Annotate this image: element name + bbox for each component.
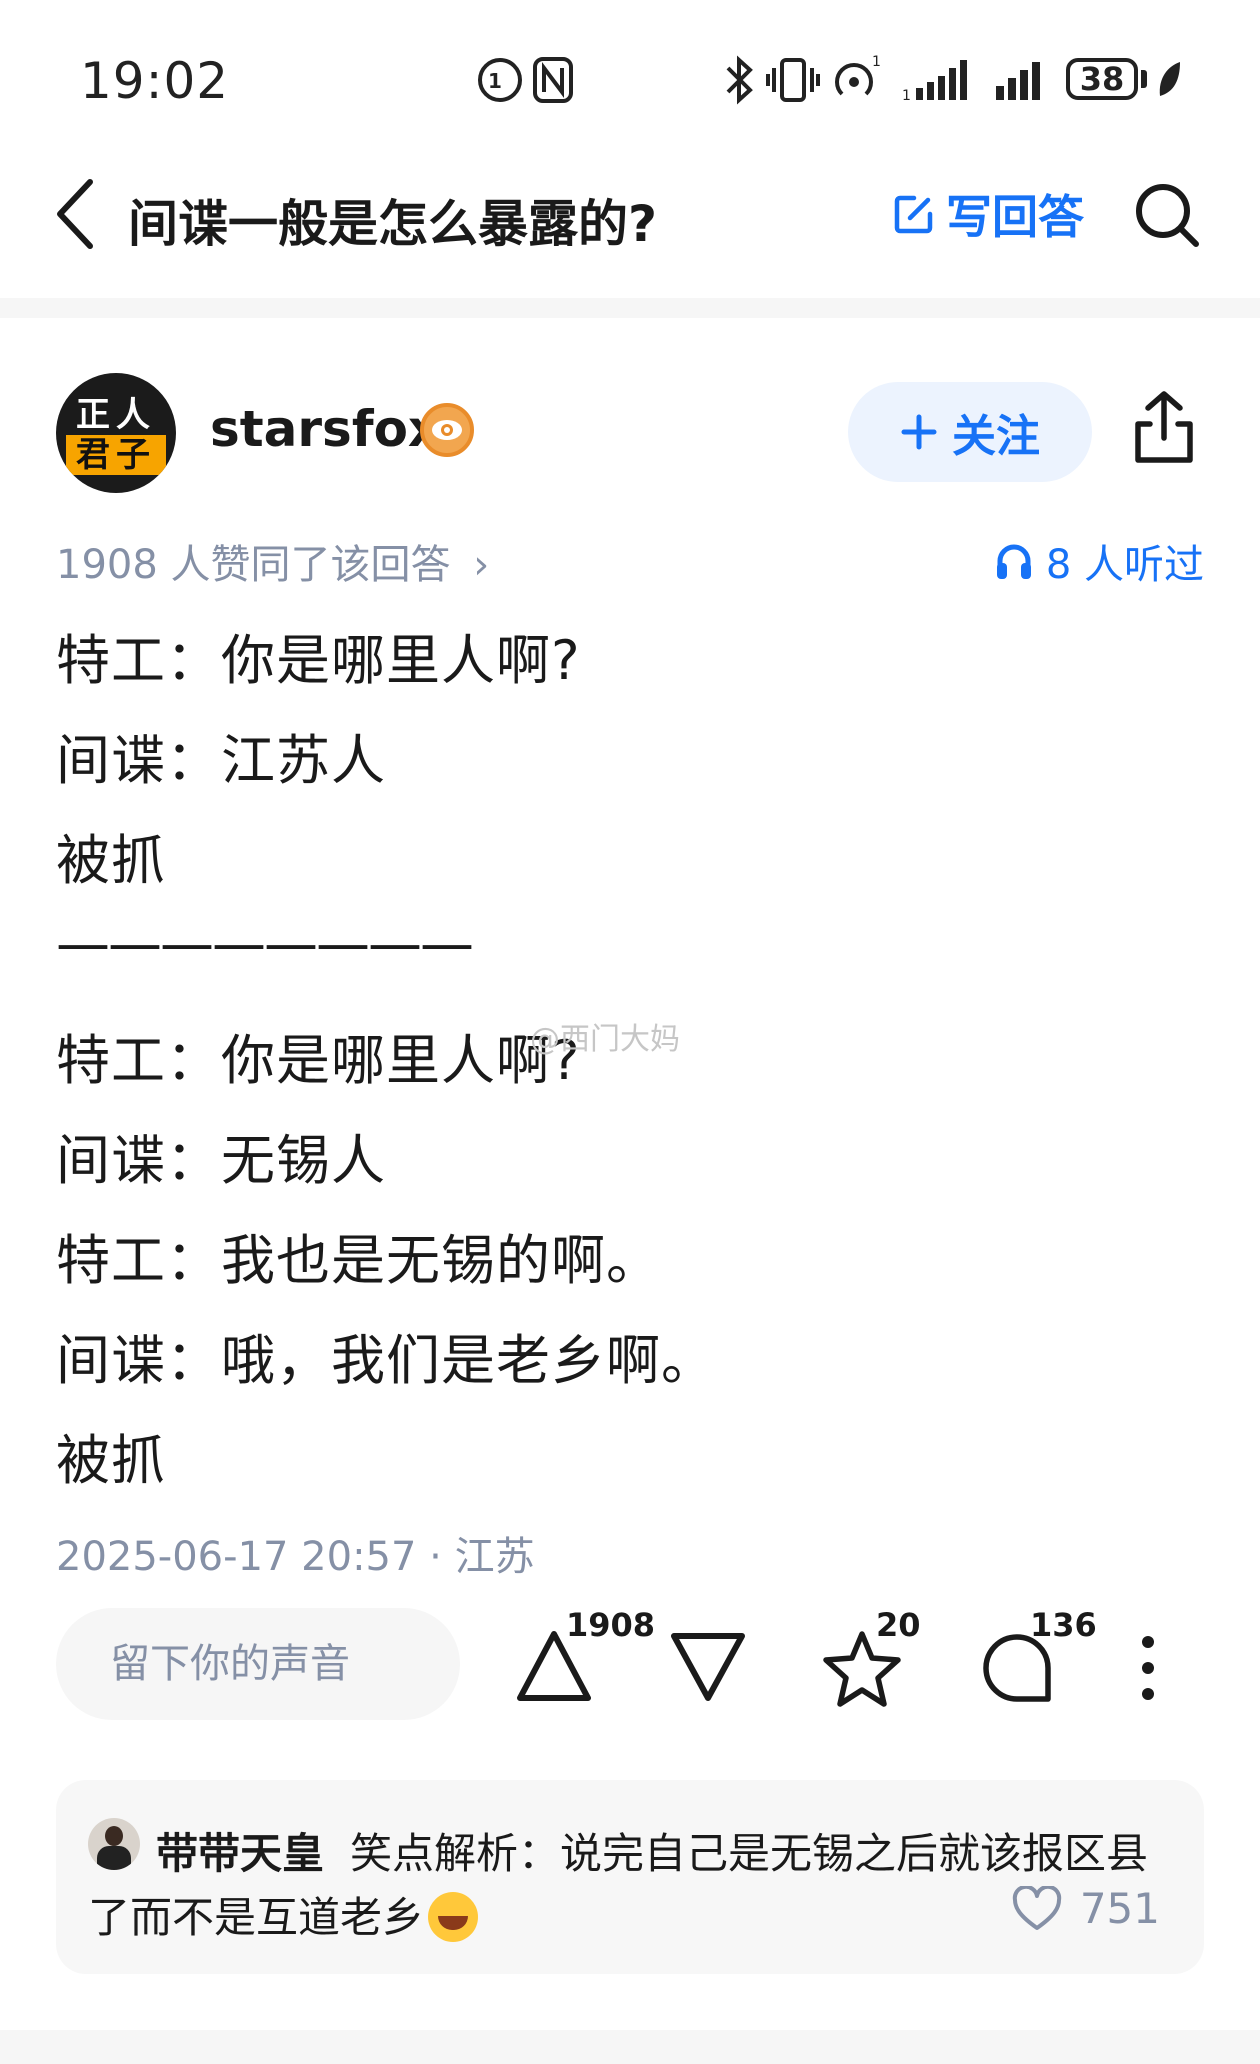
comment-avatar[interactable] (88, 1818, 140, 1870)
hd-call-icon: 1 (478, 58, 522, 102)
upvote-count: 1908 (566, 1606, 656, 1644)
comment-text-line1: 笑点解析：说完自己是无锡之后就该报区县 (350, 1829, 1149, 1878)
author-avatar[interactable]: 正人 君子 (56, 373, 176, 493)
approval-text: 1908 人赞同了该回答 (56, 542, 451, 588)
header-divider (0, 298, 1260, 318)
nfc-icon (533, 57, 573, 103)
follow-label: 关注 (952, 411, 1040, 462)
avatar-text-top: 正人 (76, 395, 156, 435)
edit-icon (894, 195, 933, 234)
battery-indicator: 38 (1066, 58, 1138, 100)
content-line: 被抓 (56, 829, 166, 892)
comment-like-count: 751 (1079, 1884, 1160, 1933)
downvote-icon[interactable] (668, 1626, 748, 1706)
comment-like-button[interactable]: 751 (1012, 1884, 1160, 1933)
status-time: 19:02 (80, 52, 230, 110)
svg-text:1: 1 (902, 88, 911, 102)
eye-icon (432, 420, 462, 440)
verified-badge-icon (420, 403, 474, 457)
comment-input[interactable]: 留下你的声音 (56, 1608, 460, 1720)
page-title: 间谍一般是怎么暴露的? (128, 195, 658, 253)
post-date: 2025-06-17 20:57 (56, 1534, 417, 1580)
leaf-icon (1159, 62, 1180, 96)
bluetooth-icon (726, 55, 753, 105)
signal-2-icon (996, 62, 1040, 100)
featured-comment-card[interactable]: 带带天皇 笑点解析：说完自己是无锡之后就该报区县 了而不是互道老乡 751 (56, 1780, 1204, 1974)
watermark: @西门大妈 (530, 1022, 680, 1057)
listen-text: 8 人听过 (1045, 542, 1204, 588)
avatar-text-bottom: 君子 (66, 435, 166, 475)
chevron-right-icon: › (473, 542, 490, 588)
content-line: 特工：你是哪里人啊? (56, 1029, 581, 1092)
heart-icon (1012, 1885, 1061, 1930)
follow-button[interactable]: 关注 (848, 382, 1092, 482)
write-answer-button[interactable]: 写回答 (892, 184, 1084, 244)
write-answer-label: 写回答 (946, 190, 1084, 244)
hotspot-icon: 1 (835, 54, 881, 96)
vibrate-icon (766, 58, 820, 102)
content-line: 间谍：哦，我们是老乡啊。 (56, 1329, 716, 1392)
content-line: 间谍：无锡人 (56, 1129, 386, 1192)
content-line: 间谍：江苏人 (56, 729, 386, 792)
search-icon[interactable] (1132, 180, 1202, 250)
separator-dot: · (429, 1534, 455, 1580)
svg-text:1: 1 (488, 69, 502, 93)
laughing-emoji-icon (428, 1892, 479, 1942)
post-location: 江苏 (454, 1534, 535, 1580)
comment-text-line2: 了而不是互道老乡 (88, 1884, 479, 1945)
comment-text: 了而不是互道老乡 (88, 1893, 425, 1942)
bottom-divider (0, 2030, 1260, 2064)
plus-icon (901, 414, 937, 450)
approval-count-link[interactable]: 1908 人赞同了该回答 › (56, 532, 489, 590)
status-bar: 19:02 1 1 1 38 (0, 0, 1260, 150)
comment-username[interactable]: 带带天皇 (156, 1820, 324, 1881)
listen-count[interactable]: 8 人听过 (994, 532, 1204, 590)
svg-text:1: 1 (872, 54, 881, 70)
content-line: 特工：我也是无锡的啊。 (56, 1229, 661, 1292)
comment-count: 136 (1030, 1606, 1097, 1644)
headphones-icon (996, 544, 1031, 579)
share-icon[interactable] (1130, 388, 1198, 468)
content-separator: ———————— (56, 912, 474, 975)
back-chevron-left-icon[interactable] (50, 176, 100, 252)
battery-tip (1141, 70, 1147, 88)
content-line: 被抓 (56, 1429, 166, 1492)
more-options-icon[interactable] (1130, 1632, 1166, 1704)
post-date-location: 2025-06-17 20:57 · 江苏 (56, 1524, 535, 1582)
content-line: 特工：你是哪里人啊? (56, 629, 581, 692)
author-name[interactable]: starsfox (210, 400, 440, 458)
favorite-count: 20 (876, 1606, 921, 1644)
signal-1-icon: 1 (902, 60, 967, 102)
